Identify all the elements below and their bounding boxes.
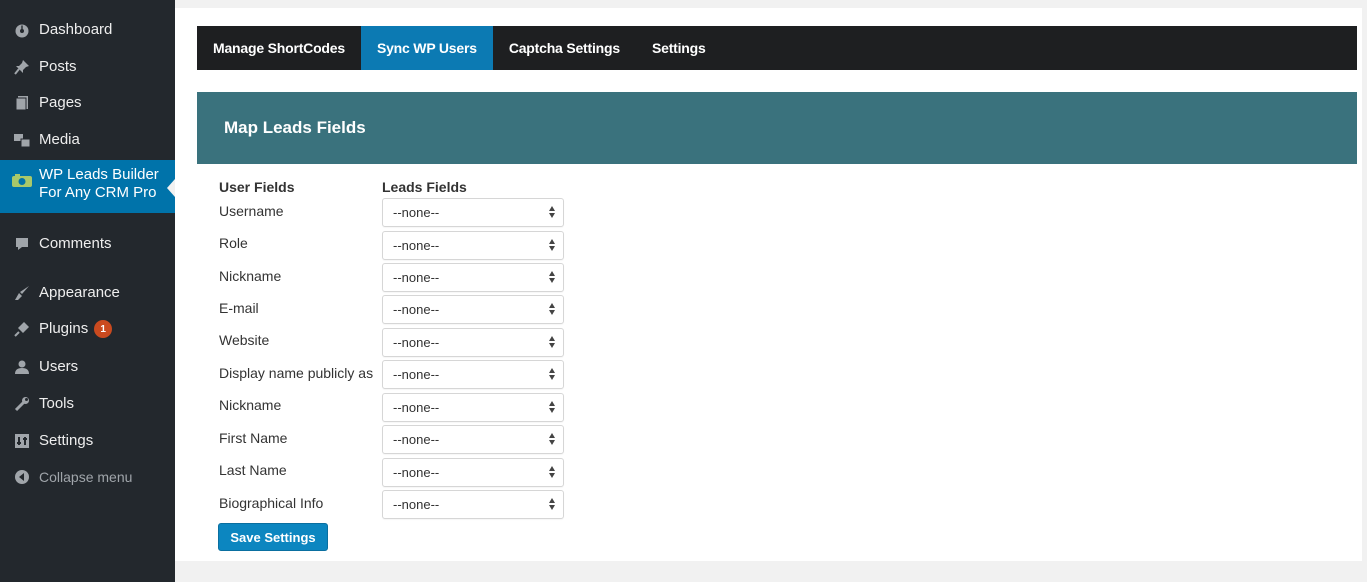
sidebar-item-label: Dashboard [39, 21, 113, 38]
collapse-menu-button[interactable]: Collapse menu [0, 466, 175, 488]
panel-title: Map Leads Fields [224, 118, 366, 137]
comments-icon [11, 235, 33, 253]
select-arrows-icon [549, 401, 555, 413]
leads-field-select[interactable]: --none-- [382, 393, 564, 422]
select-value: --none-- [393, 400, 440, 415]
sidebar-item-settings[interactable]: Settings [0, 430, 175, 452]
paintbrush-icon [11, 284, 33, 302]
user-fields-header: User Fields [219, 179, 295, 195]
sidebar-item-label: Pages [39, 94, 82, 111]
leads-field-select[interactable]: --none-- [382, 198, 564, 227]
admin-sidebar: Dashboard Posts Pages Media WP Leads Bui… [0, 0, 175, 582]
sidebar-item-label: Appearance [39, 284, 120, 301]
select-arrows-icon [549, 206, 555, 218]
wrench-icon [11, 395, 33, 413]
save-settings-button[interactable]: Save Settings [218, 523, 328, 551]
sidebar-item-pages[interactable]: Pages [0, 92, 175, 114]
leads-field-select[interactable]: --none-- [382, 328, 564, 357]
select-value: --none-- [393, 205, 440, 220]
leads-field-select[interactable]: --none-- [382, 360, 564, 389]
active-menu-arrow [167, 179, 175, 197]
dashboard-icon [11, 21, 33, 39]
sidebar-item-appearance[interactable]: Appearance [0, 282, 175, 304]
settings-icon [11, 432, 33, 450]
select-value: --none-- [393, 465, 440, 480]
select-value: --none-- [393, 302, 440, 317]
field-label: Nickname [219, 268, 282, 284]
select-arrows-icon [549, 368, 555, 380]
users-icon [11, 358, 33, 376]
sidebar-item-tools[interactable]: Tools [0, 393, 175, 415]
sidebar-item-posts[interactable]: Posts [0, 56, 175, 78]
pushpin-icon [11, 58, 33, 76]
leads-field-select[interactable]: --none-- [382, 263, 564, 292]
select-value: --none-- [393, 497, 440, 512]
media-icon [11, 131, 33, 149]
panel-header: Map Leads Fields [197, 92, 1357, 164]
collapse-icon [11, 468, 33, 486]
sidebar-item-label: Users [39, 358, 79, 375]
field-label: First Name [219, 430, 288, 446]
tab-settings[interactable]: Settings [636, 26, 722, 70]
leads-field-select[interactable]: --none-- [382, 490, 564, 519]
sidebar-item-media[interactable]: Media [0, 129, 175, 151]
plugin-main-panel: Manage ShortCodes Sync WP Users Captcha … [175, 8, 1362, 561]
sidebar-item-plugins[interactable]: Plugins 1 [0, 318, 175, 340]
select-arrows-icon [549, 271, 555, 283]
field-label: Website [219, 332, 270, 348]
leads-field-select[interactable]: --none-- [382, 295, 564, 324]
sidebar-item-label: WP Leads Builder For Any CRM Pro [39, 166, 159, 201]
tab-sync-wp-users[interactable]: Sync WP Users [360, 26, 493, 70]
tab-captcha-settings[interactable]: Captcha Settings [493, 26, 636, 70]
select-value: --none-- [393, 270, 440, 285]
sidebar-item-label: Collapse menu [39, 469, 133, 485]
sidebar-item-dashboard[interactable]: Dashboard [0, 19, 175, 41]
select-arrows-icon [549, 466, 555, 478]
sidebar-item-label: Media [39, 131, 80, 148]
sidebar-item-label: Comments [39, 235, 112, 252]
field-label: Last Name [219, 462, 287, 478]
field-label: Username [219, 203, 284, 219]
field-label: Nickname [219, 397, 282, 413]
field-label: Display name publicly as [219, 365, 374, 381]
select-value: --none-- [393, 335, 440, 350]
select-arrows-icon [549, 498, 555, 510]
leads-field-select[interactable]: --none-- [382, 231, 564, 260]
sidebar-item-label: Settings [39, 432, 94, 449]
field-label: Biographical Info [219, 495, 324, 511]
sidebar-item-label: Posts [39, 58, 77, 75]
field-label: Role [219, 235, 248, 251]
select-arrows-icon [549, 303, 555, 315]
select-value: --none-- [393, 238, 440, 253]
leads-field-select[interactable]: --none-- [382, 425, 564, 454]
leads-fields-header: Leads Fields [382, 179, 467, 195]
sidebar-item-comments[interactable]: Comments [0, 233, 175, 255]
plug-icon [11, 320, 33, 338]
tab-manage-shortcodes[interactable]: Manage ShortCodes [197, 26, 361, 70]
select-value: --none-- [393, 367, 440, 382]
sidebar-item-wp-leads-builder[interactable]: WP Leads Builder For Any CRM Pro [0, 160, 175, 213]
field-label: E-mail [219, 300, 259, 316]
select-arrows-icon [549, 336, 555, 348]
sidebar-item-users[interactable]: Users [0, 356, 175, 378]
sidebar-item-label: Tools [39, 395, 75, 412]
select-arrows-icon [549, 433, 555, 445]
plugins-update-badge: 1 [94, 320, 113, 338]
sidebar-item-label: Plugins [39, 320, 89, 337]
pages-icon [11, 94, 33, 112]
plugin-logo-icon [11, 172, 33, 190]
plugin-tab-bar: Manage ShortCodes Sync WP Users Captcha … [197, 26, 1357, 70]
select-arrows-icon [549, 239, 555, 251]
leads-field-select[interactable]: --none-- [382, 458, 564, 487]
select-value: --none-- [393, 432, 440, 447]
